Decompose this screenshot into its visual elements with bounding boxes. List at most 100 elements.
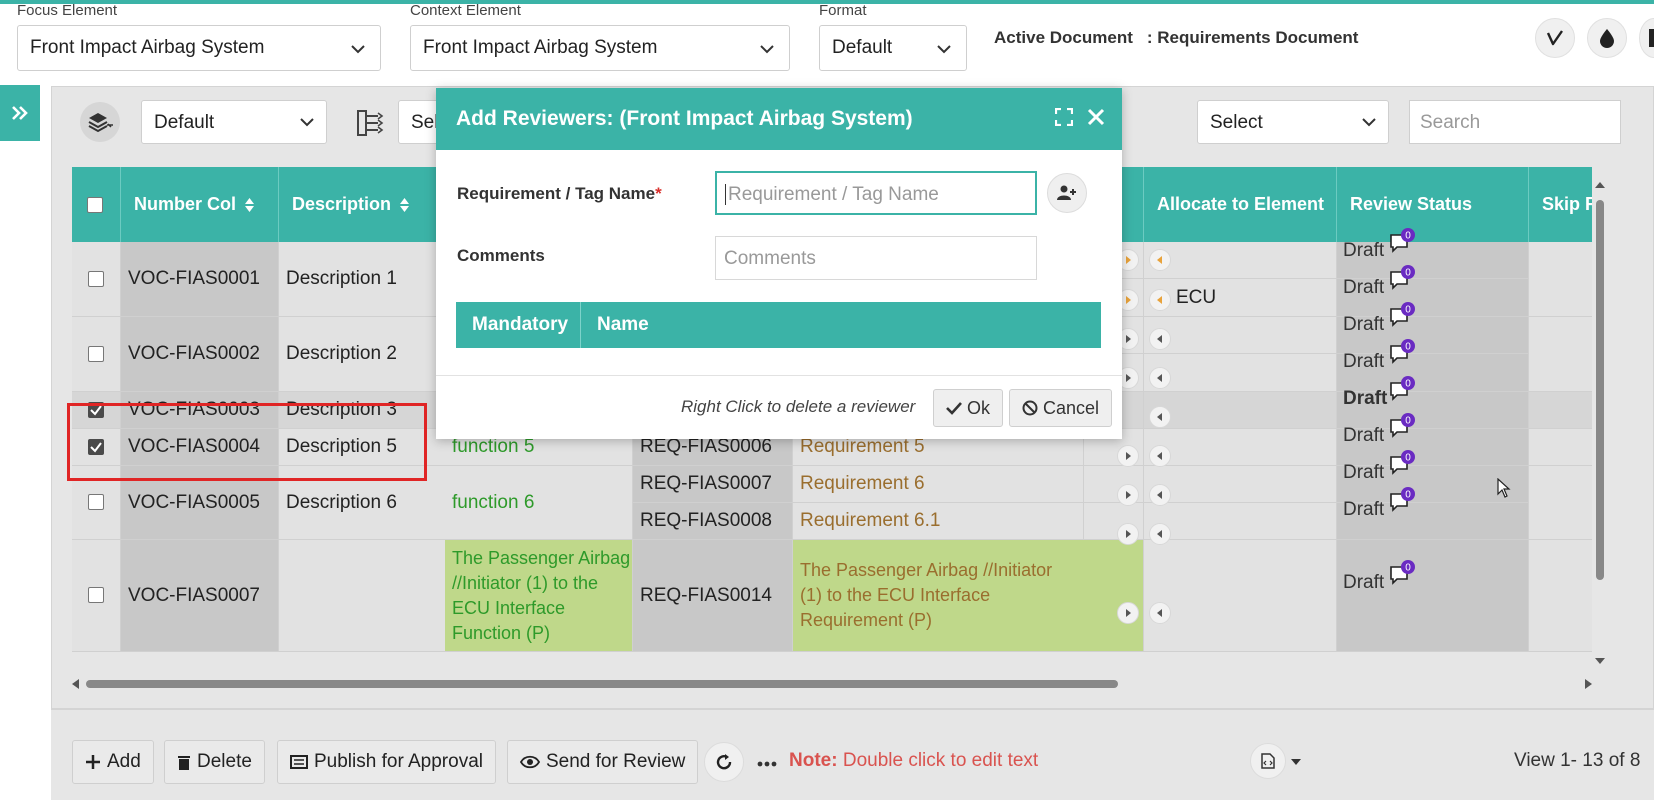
- requirement-tag-label-text: Requirement / Tag Name: [457, 184, 656, 203]
- caret-right-icon: [1126, 374, 1131, 382]
- close-button[interactable]: [1087, 108, 1105, 131]
- publish-approval-button[interactable]: Publish for Approval: [277, 740, 496, 784]
- requirement-tag-input[interactable]: Requirement / Tag Name: [715, 171, 1037, 215]
- collapse-arrow-button[interactable]: [1149, 602, 1171, 624]
- active-document: Active Document: Requirements Document: [994, 28, 1358, 48]
- more-options-button[interactable]: [757, 754, 777, 772]
- export-dropdown-caret[interactable]: [1291, 752, 1301, 770]
- expand-arrow-button[interactable]: [1117, 484, 1139, 506]
- theme-drop-button[interactable]: [1587, 18, 1627, 58]
- collapse-arrow-button[interactable]: [1149, 249, 1171, 271]
- collapse-arrow-button[interactable]: [1149, 445, 1171, 467]
- caret-left-icon: [1157, 413, 1162, 421]
- header-number-label: Number Col: [134, 194, 237, 214]
- selection-highlight-box: [67, 403, 427, 481]
- chevron-down-icon: [760, 45, 774, 54]
- droplet-icon: [1600, 29, 1614, 48]
- collapse-arrow-button[interactable]: [1149, 484, 1171, 506]
- reviewers-table-header: Mandatory Name: [456, 302, 1101, 348]
- vimeo-button[interactable]: [1535, 18, 1575, 58]
- svg-text:0: 0: [1405, 231, 1411, 242]
- focus-element-select[interactable]: Front Impact Airbag System: [17, 25, 381, 71]
- skip-cell: [1529, 429, 1592, 466]
- horizontal-scrollbar[interactable]: [72, 677, 1592, 691]
- comment-icon[interactable]: 0: [1389, 227, 1415, 253]
- header-allocate[interactable]: Allocate to Element: [1144, 167, 1337, 242]
- expand-arrow-button[interactable]: [1117, 602, 1139, 624]
- header-skip[interactable]: Skip R: [1529, 167, 1592, 242]
- svg-text:0: 0: [1405, 416, 1411, 427]
- context-element-select[interactable]: Front Impact Airbag System: [410, 25, 790, 71]
- send-review-button[interactable]: Send for Review: [507, 740, 699, 784]
- review-status-text: Draft: [1343, 240, 1385, 261]
- allocate-cell[interactable]: [1144, 354, 1337, 392]
- add-reviewer-button[interactable]: [1047, 173, 1087, 213]
- caret-left-icon: [1157, 256, 1162, 264]
- header-review-label: Review Status: [1350, 194, 1473, 214]
- comment-icon[interactable]: 0: [1389, 375, 1415, 401]
- collapse-arrow-button[interactable]: [1149, 406, 1171, 428]
- layers-button[interactable]: [80, 102, 120, 142]
- allocate-value: ECU: [1176, 286, 1217, 308]
- comment-icon[interactable]: 0: [1389, 412, 1415, 438]
- allocate-cell[interactable]: [1144, 466, 1337, 503]
- sidebar-toggle-button[interactable]: [0, 85, 40, 141]
- bookmark-icon: [1649, 29, 1654, 47]
- review-status-text: Draft: [1343, 351, 1385, 372]
- comment-icon[interactable]: 0: [1389, 559, 1415, 585]
- collapse-arrow-button[interactable]: [1149, 289, 1171, 311]
- chevron-down-icon: [351, 45, 365, 54]
- review-status-text: Draft: [1343, 462, 1385, 483]
- svg-text:0: 0: [1405, 268, 1411, 279]
- vertical-scrollbar[interactable]: [1594, 180, 1605, 670]
- hierarchy-icon[interactable]: [356, 108, 386, 143]
- allocate-cell[interactable]: [1144, 317, 1337, 354]
- collapse-arrow-button[interactable]: [1149, 523, 1171, 545]
- row-checkbox[interactable]: [88, 494, 104, 510]
- double-chevron-right-icon: [12, 106, 28, 120]
- format-select[interactable]: Default: [819, 25, 967, 71]
- cancel-button[interactable]: Cancel: [1009, 389, 1113, 427]
- review-status-text: Draft: [1343, 425, 1385, 446]
- allocate-cell[interactable]: [1144, 540, 1337, 652]
- delete-button[interactable]: Delete: [164, 740, 265, 784]
- format-value: Default: [832, 37, 893, 58]
- header-number-col[interactable]: Number Col: [121, 167, 279, 242]
- allocate-cell[interactable]: [1144, 429, 1337, 466]
- collapse-arrow-button[interactable]: [1149, 328, 1171, 350]
- more-top-button[interactable]: [1639, 18, 1654, 58]
- refresh-button[interactable]: [704, 742, 744, 782]
- ok-button[interactable]: Ok: [933, 389, 1004, 427]
- allocate-cell[interactable]: [1144, 503, 1337, 540]
- row-checkbox[interactable]: [88, 587, 104, 603]
- maximize-button[interactable]: [1054, 107, 1074, 131]
- dialog-title: Add Reviewers: (Front Impact Airbag Syst…: [456, 107, 913, 130]
- svg-text:0: 0: [1405, 453, 1411, 464]
- expand-arrow-button[interactable]: [1117, 445, 1139, 467]
- allocate-cell[interactable]: ECU: [1144, 279, 1337, 317]
- comments-input[interactable]: Comments: [715, 236, 1037, 280]
- search-input[interactable]: Search: [1409, 100, 1621, 144]
- requirement-line: The Passenger Airbag //Initiator: [800, 560, 1053, 580]
- review-status-text: Draft: [1343, 277, 1385, 298]
- comment-icon[interactable]: 0: [1389, 301, 1415, 327]
- active-document-label: Active Document: [994, 28, 1133, 47]
- select-all-checkbox[interactable]: [87, 196, 103, 213]
- add-button[interactable]: Add: [72, 740, 154, 784]
- expand-arrow-button[interactable]: [1117, 523, 1139, 545]
- allocate-cell[interactable]: [1144, 242, 1337, 279]
- review-status-text: Draft: [1343, 314, 1385, 335]
- row-checkbox[interactable]: [88, 346, 104, 362]
- row-description: [279, 540, 469, 652]
- row-checkbox[interactable]: [88, 271, 104, 287]
- allocate-cell[interactable]: [1144, 392, 1337, 429]
- view-select[interactable]: Default: [141, 100, 327, 144]
- export-button[interactable]: [1250, 743, 1286, 779]
- collapse-arrow-button[interactable]: [1149, 367, 1171, 389]
- comment-icon[interactable]: 0: [1389, 264, 1415, 290]
- comment-icon[interactable]: 0: [1389, 338, 1415, 364]
- comment-icon[interactable]: 0: [1389, 449, 1415, 475]
- header-review-status[interactable]: Review Status: [1337, 167, 1529, 242]
- comment-icon[interactable]: 0: [1389, 486, 1415, 512]
- filter-select[interactable]: Select: [1197, 100, 1389, 144]
